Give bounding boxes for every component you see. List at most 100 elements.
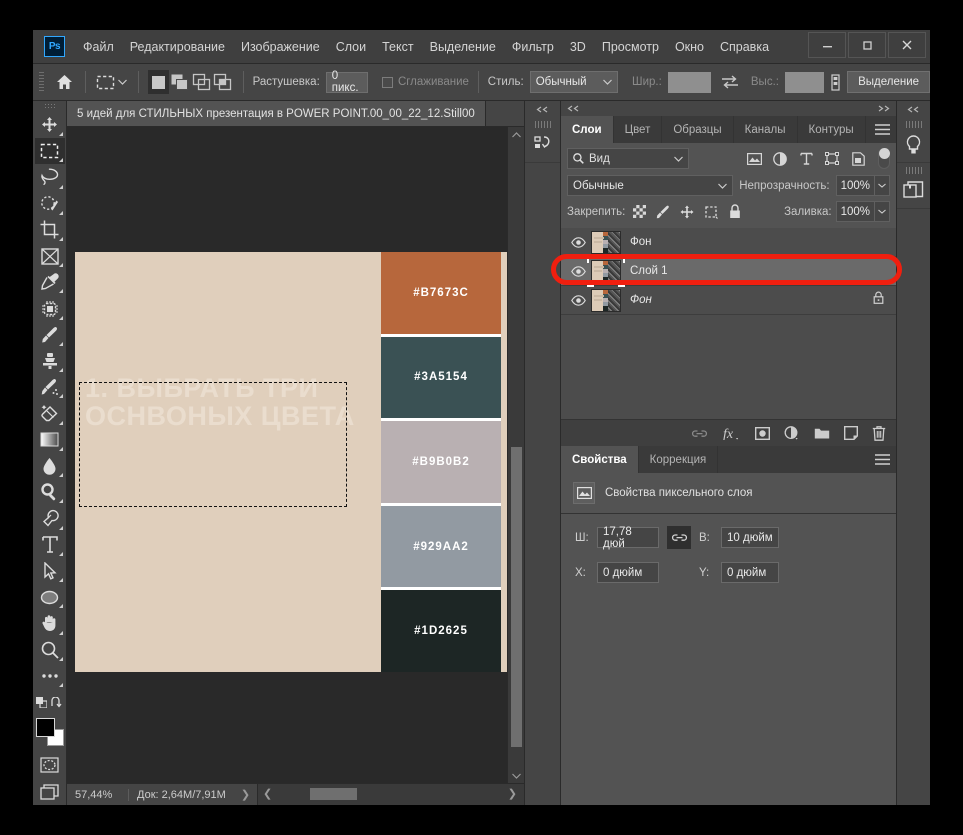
rail-grip-right-1[interactable] [906, 121, 922, 128]
adjustments-icon[interactable] [897, 174, 931, 208]
tool-preset-chevron-icon[interactable] [116, 70, 129, 94]
lock-position-icon[interactable] [677, 202, 697, 221]
zoom-tool[interactable] [35, 637, 65, 663]
blur-tool[interactable] [35, 453, 65, 479]
layer-visibility-toggle[interactable] [565, 295, 591, 306]
width-field[interactable]: 17,78 дюй [597, 527, 659, 548]
tools-panel-grip[interactable] [45, 103, 55, 109]
brush-tool[interactable] [35, 322, 65, 348]
rectangular-marquee-tool[interactable] [35, 138, 65, 164]
libraries-icon[interactable] [897, 128, 931, 162]
scroll-up-arrow[interactable] [512, 127, 521, 142]
lock-transparent-pixels-icon[interactable] [629, 202, 649, 221]
link-dimensions-icon[interactable] [667, 526, 691, 549]
gradient-tool[interactable] [35, 427, 65, 453]
clone-stamp-tool[interactable] [35, 348, 65, 374]
swap-dimensions-icon[interactable] [719, 70, 741, 94]
selection-marquee[interactable] [79, 382, 347, 507]
scroll-right-arrow[interactable]: ❯ [508, 787, 517, 800]
tab-swatches[interactable]: Образцы [662, 116, 733, 143]
height-field[interactable]: 10 дюйм [721, 527, 779, 548]
horizontal-scroll-thumb[interactable] [310, 788, 357, 800]
pen-tool[interactable] [35, 505, 65, 531]
tab-paths[interactable]: Контуры [798, 116, 866, 143]
lock-artboard-nesting-icon[interactable] [701, 202, 721, 221]
menu-edit[interactable]: Редактирование [122, 37, 233, 57]
filter-adjustment-icon[interactable] [768, 149, 792, 169]
filter-shape-icon[interactable] [820, 149, 844, 169]
menu-filter[interactable]: Фильтр [504, 37, 562, 57]
panel-menu-icon[interactable] [868, 446, 896, 473]
canvas-horizontal-scrollbar[interactable]: ❮ ❯ [257, 784, 524, 805]
fill-stepper[interactable] [875, 201, 890, 222]
layer-name[interactable]: Слой 1 [630, 265, 668, 277]
tab-properties[interactable]: Свойства [561, 446, 639, 473]
expand-panels-icon[interactable] [525, 101, 560, 117]
canvas-viewport[interactable]: 1. ВЫБРАТЬ ТРИ ОСНВОНЫХ ЦВЕТА #B7673C #3… [67, 127, 507, 783]
menu-selection[interactable]: Выделение [422, 37, 504, 57]
intersect-selection-button[interactable] [212, 70, 234, 94]
menu-image[interactable]: Изображение [233, 37, 328, 57]
opacity-input[interactable]: 100% [836, 175, 875, 196]
mask-options-icon[interactable] [830, 70, 842, 94]
maximize-button[interactable] [848, 32, 886, 58]
antialias-checkbox[interactable] [382, 77, 393, 88]
menu-layers[interactable]: Слои [328, 37, 374, 57]
filter-type-icon[interactable] [794, 149, 818, 169]
document-tab[interactable]: 5 идей для СТИЛЬНЫХ презентация в POWER … [67, 101, 486, 126]
panel-menu-icon[interactable] [868, 116, 896, 143]
add-layer-mask-icon[interactable] [755, 427, 770, 440]
tab-channels[interactable]: Каналы [734, 116, 798, 143]
collapse-panels-left-icon[interactable] [567, 104, 580, 114]
menu-file[interactable]: Файл [75, 37, 122, 57]
horizontal-type-tool[interactable] [35, 532, 65, 558]
layer-filter-select[interactable]: Вид [567, 148, 689, 169]
minimize-button[interactable] [808, 32, 846, 58]
move-tool[interactable] [35, 112, 65, 138]
vertical-scroll-thumb[interactable] [511, 447, 522, 747]
layer-visibility-toggle[interactable] [565, 266, 591, 277]
collapse-panels-right-icon[interactable] [877, 104, 890, 114]
subtract-from-selection-button[interactable] [191, 70, 213, 94]
layer-row-background-top[interactable]: Фон [561, 228, 896, 257]
canvas-vertical-scrollbar[interactable] [507, 127, 524, 783]
default-colors-swap-row[interactable] [35, 689, 65, 715]
scroll-down-arrow[interactable] [512, 768, 521, 783]
height-input[interactable] [785, 72, 824, 93]
foreground-color-swatch[interactable] [36, 718, 55, 737]
history-brush-tool[interactable] [35, 374, 65, 400]
y-field[interactable]: 0 дюйм [721, 562, 779, 583]
opacity-stepper[interactable] [875, 175, 890, 196]
artboard[interactable]: 1. ВЫБРАТЬ ТРИ ОСНВОНЫХ ЦВЕТА #B7673C #3… [75, 252, 507, 672]
lock-image-pixels-icon[interactable] [653, 202, 673, 221]
history-icon[interactable] [526, 128, 560, 162]
tab-color[interactable]: Цвет [614, 116, 663, 143]
rail-grip-right-2[interactable] [906, 167, 922, 174]
width-input[interactable] [668, 72, 712, 93]
layer-visibility-toggle[interactable] [565, 237, 591, 248]
zoom-level[interactable]: 57,44% [67, 789, 129, 801]
fill-input[interactable]: 100% [836, 201, 875, 222]
eraser-tool[interactable] [35, 400, 65, 426]
quick-selection-tool[interactable] [35, 191, 65, 217]
frame-tool[interactable] [35, 243, 65, 269]
hand-tool[interactable] [35, 610, 65, 636]
tab-layers[interactable]: Слои [561, 116, 614, 143]
blend-mode-select[interactable]: Обычные [567, 175, 733, 196]
rail-grip-left[interactable] [535, 121, 551, 128]
eyedropper-tool[interactable] [35, 269, 65, 295]
layer-row-background-locked[interactable]: Фон [561, 286, 896, 315]
collapse-panels-icon[interactable] [897, 101, 930, 117]
menu-3d[interactable]: 3D [562, 37, 594, 57]
status-expand-arrow[interactable]: ❯ [234, 788, 257, 801]
options-bar-grip[interactable] [39, 72, 44, 92]
style-select[interactable]: Обычный [530, 71, 618, 93]
layer-style-fx-icon[interactable]: fx [722, 426, 741, 440]
new-group-icon[interactable] [814, 427, 830, 440]
spot-healing-brush-tool[interactable] [35, 295, 65, 321]
x-field[interactable]: 0 дюйм [597, 562, 659, 583]
ellipse-tool[interactable] [35, 584, 65, 610]
refine-selection-button[interactable]: Выделение [847, 71, 930, 93]
canvas-area[interactable]: 1. ВЫБРАТЬ ТРИ ОСНВОНЫХ ЦВЕТА #B7673C #3… [67, 127, 524, 783]
marquee-tool-preset-icon[interactable] [94, 70, 116, 94]
